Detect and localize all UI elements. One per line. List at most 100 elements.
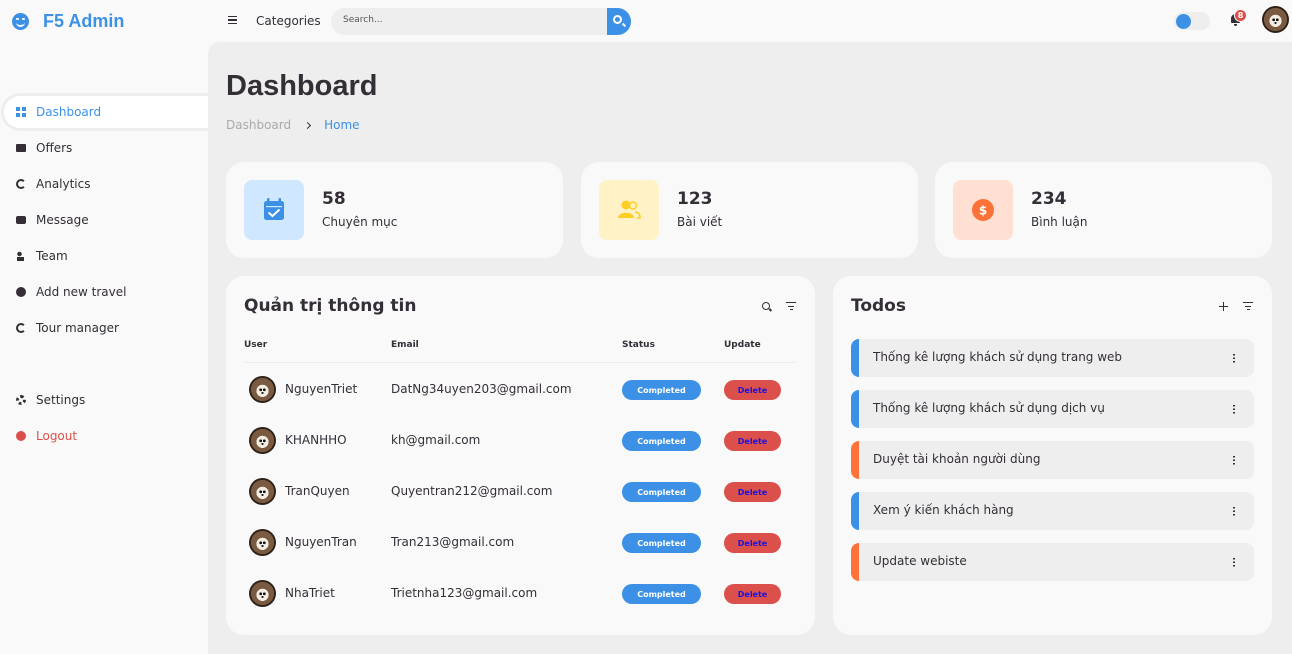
delete-button[interactable]: Delete [724, 584, 781, 604]
delete-button[interactable]: Delete [724, 533, 781, 553]
stat-label: Bình luận [1031, 215, 1088, 229]
todo-text: Duyệt tài khoản người dùng [873, 452, 1041, 466]
status-badge: Completed [622, 431, 701, 451]
stat-value: 234 [1031, 189, 1067, 209]
status-badge: Completed [622, 584, 701, 604]
sidebar-item-label: Message [36, 213, 89, 227]
stat-card-categories: 58 Chuyên mục [226, 162, 563, 258]
brand-name: F5 Admin [43, 10, 125, 31]
sidebar-item-settings[interactable]: Settings [4, 382, 208, 418]
avatar [249, 376, 276, 403]
table-row[interactable]: NguyenTran Tran213@gmail.com Completed D… [244, 517, 796, 568]
profile-avatar[interactable] [1262, 6, 1289, 33]
more-vertical-icon[interactable] [1233, 404, 1235, 414]
column-header-user: User [244, 340, 268, 350]
search-form [331, 8, 631, 35]
sidebar-item-add-new-travel[interactable]: Add new travel [4, 274, 208, 310]
sidebar-item-tour-manager[interactable]: Tour manager [4, 310, 208, 346]
todo-item[interactable]: Xem ý kiến khách hàng [851, 492, 1254, 530]
sidebar-item-label: Add new travel [36, 285, 127, 299]
sidebar-item-label: Settings [36, 393, 86, 407]
status-badge: Completed [622, 380, 701, 400]
search-input[interactable] [343, 15, 593, 25]
more-vertical-icon[interactable] [1233, 557, 1235, 567]
todo-item[interactable]: Update webiste [851, 543, 1254, 581]
page-title: Dashboard [226, 70, 378, 102]
todo-text: Thống kê lượng khách sử dụng dịch vụ [873, 401, 1105, 415]
logout-icon [16, 431, 26, 441]
sidebar-item-label: Logout [36, 429, 78, 443]
sidebar-item-message[interactable]: Message [4, 202, 208, 238]
tour-icon [16, 323, 26, 333]
search-button[interactable] [607, 8, 631, 35]
status-badge: Completed [622, 533, 701, 553]
todo-text: Xem ý kiến khách hàng [873, 503, 1014, 517]
dark-mode-switch[interactable] [1174, 12, 1210, 30]
stat-card-comments: $ 234 Bình luận [935, 162, 1272, 258]
sidebar-item-dashboard[interactable]: Dashboard [4, 96, 208, 128]
todo-item[interactable]: Thống kê lượng khách sử dụng trang web [851, 339, 1254, 377]
side-menu-bottom: Settings Logout [4, 382, 208, 454]
sidebar-item-analytics[interactable]: Analytics [4, 166, 208, 202]
more-vertical-icon[interactable] [1233, 353, 1235, 363]
avatar [249, 529, 276, 556]
filter-icon[interactable] [786, 302, 796, 312]
message-icon [16, 216, 26, 224]
user-email: DatNg34uyen203@gmail.com [391, 382, 572, 396]
stat-card-posts: 123 Bài viết [581, 162, 918, 258]
more-vertical-icon[interactable] [1233, 455, 1235, 465]
column-header-status: Status [622, 340, 655, 350]
sidebar-item-label: Analytics [36, 177, 91, 191]
analytics-icon [16, 179, 26, 189]
sidebar-item-label: Offers [36, 141, 73, 155]
sidebar-item-label: Dashboard [36, 105, 102, 119]
sidebar-item-label: Tour manager [36, 321, 119, 335]
user-name: NhaTriet [285, 586, 335, 600]
stat-label: Chuyên mục [322, 215, 398, 229]
user-email: kh@gmail.com [391, 433, 481, 447]
table-row[interactable]: KHANHHO kh@gmail.com Completed Delete [244, 415, 796, 466]
search-icon[interactable] [762, 302, 770, 310]
table-row[interactable]: TranQuyen Quyentran212@gmail.com Complet… [244, 466, 796, 517]
table-row[interactable]: NguyenTriet DatNg34uyen203@gmail.com Com… [244, 364, 796, 415]
calendar-check-icon [244, 180, 304, 240]
delete-button[interactable]: Delete [724, 431, 781, 451]
delete-button[interactable]: Delete [724, 482, 781, 502]
column-header-email: Email [391, 340, 419, 350]
filter-icon[interactable] [1243, 302, 1253, 312]
gear-icon [16, 395, 26, 405]
notification-count-badge: 8 [1234, 9, 1247, 22]
avatar [249, 580, 276, 607]
team-icon [16, 251, 26, 261]
add-icon[interactable] [1219, 302, 1229, 312]
avatar [249, 427, 276, 454]
todo-item[interactable]: Duyệt tài khoản người dùng [851, 441, 1254, 479]
user-email: Quyentran212@gmail.com [391, 484, 553, 498]
sidebar: F5 Admin Dashboard Offers Analytics Mess… [0, 0, 208, 654]
dollar-circle-icon: $ [953, 180, 1013, 240]
menu-toggle-icon[interactable] [228, 16, 237, 24]
search-icon [613, 15, 622, 24]
todo-text: Update webiste [873, 554, 967, 568]
card-title: Todos [851, 296, 906, 316]
categories-link[interactable]: Categories [256, 14, 321, 28]
user-name: TranQuyen [285, 484, 350, 498]
delete-button[interactable]: Delete [724, 380, 781, 400]
column-header-update: Update [724, 340, 761, 350]
user-email: Trietnha123@gmail.com [391, 586, 538, 600]
sidebar-item-offers[interactable]: Offers [4, 130, 208, 166]
breadcrumb-item-dashboard[interactable]: Dashboard [226, 118, 291, 132]
user-name: NguyenTran [285, 535, 357, 549]
dashboard-icon [16, 107, 26, 117]
more-vertical-icon[interactable] [1233, 506, 1235, 516]
breadcrumb-item-home[interactable]: Home [324, 118, 359, 132]
sidebar-item-logout[interactable]: Logout [4, 418, 208, 454]
avatar [249, 478, 276, 505]
mail-icon [16, 144, 26, 152]
top-navbar: Categories 8 [208, 0, 1292, 42]
sidebar-item-team[interactable]: Team [4, 238, 208, 274]
brand[interactable]: F5 Admin [12, 9, 124, 33]
todo-item[interactable]: Thống kê lượng khách sử dụng dịch vụ [851, 390, 1254, 428]
table-row[interactable]: NhaTriet Trietnha123@gmail.com Completed… [244, 568, 796, 619]
status-badge: Completed [622, 482, 701, 502]
